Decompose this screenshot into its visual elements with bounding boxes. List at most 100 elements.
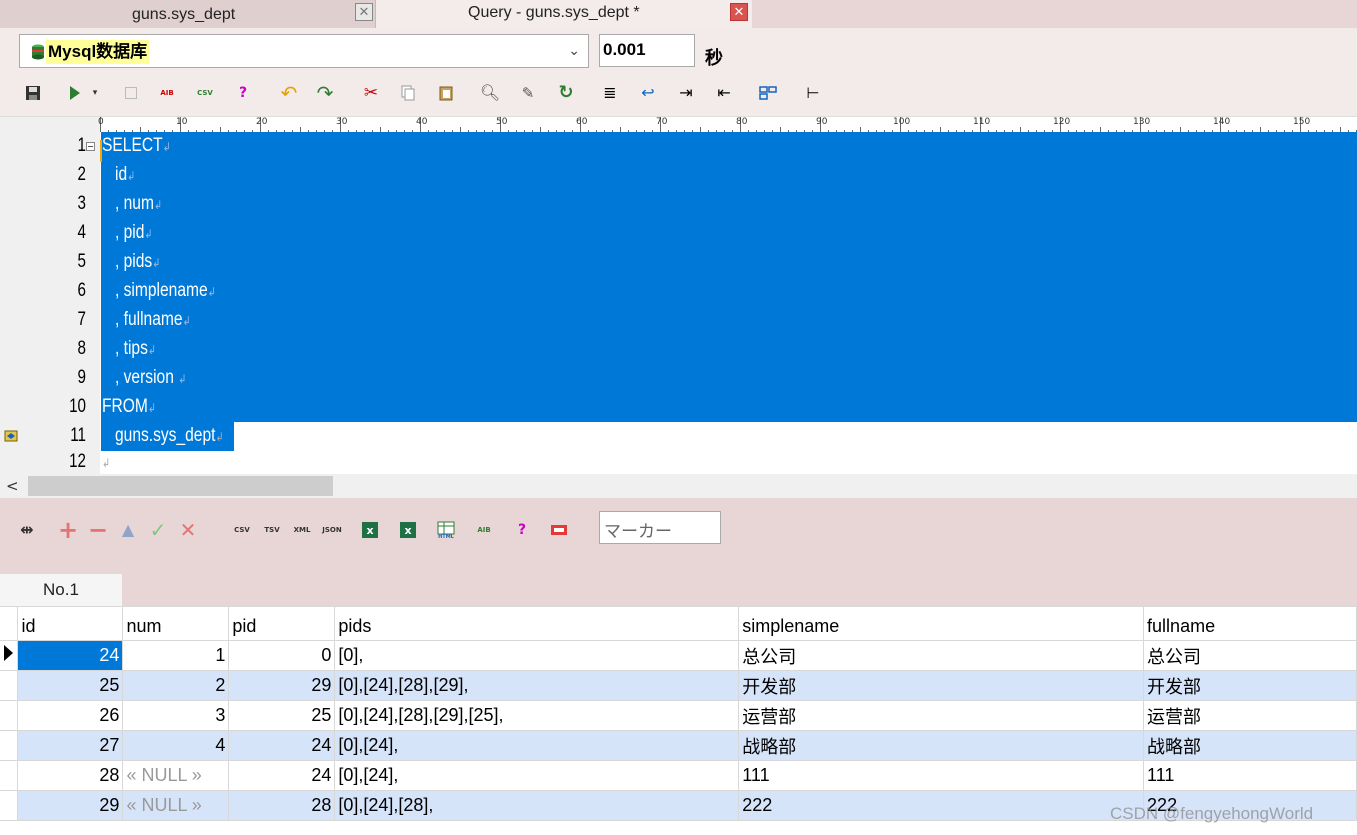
cut-icon[interactable]: ✂	[362, 84, 380, 102]
table-cell[interactable]: 总公司	[1143, 640, 1357, 671]
copy-icon[interactable]	[399, 84, 417, 102]
outdent-icon[interactable]: ⇤	[715, 84, 733, 102]
export-json-icon[interactable]: JSON	[322, 520, 342, 540]
text-selection	[101, 132, 1357, 422]
fold-toggle-icon[interactable]: −	[86, 142, 95, 151]
table-cell[interactable]: [0],[24],[28],[29],[25],	[334, 700, 740, 731]
editor-hscrollbar[interactable]: <	[0, 474, 1357, 498]
column-header[interactable]: fullname	[1143, 606, 1357, 641]
code-line: guns.sys_dept↲	[102, 425, 224, 447]
table-cell[interactable]: 1	[122, 640, 230, 671]
table-cell[interactable]: 29	[228, 670, 336, 701]
table-cell[interactable]: 29	[17, 790, 124, 821]
table-cell[interactable]: 3	[122, 700, 230, 731]
sql-editor[interactable]: 1 2 3 4 5 6 7 8 9 10 11 12 − SELECT↲ id↲…	[0, 132, 1357, 474]
delete-row-icon[interactable]: −	[88, 518, 108, 542]
tab-result-no1[interactable]: No.1	[0, 574, 122, 606]
add-row-icon[interactable]: +	[58, 518, 78, 542]
goto-icon[interactable]: ↻	[557, 84, 575, 102]
table-cell[interactable]: 战略部	[738, 730, 1145, 761]
run-dropdown-icon[interactable]: ▾	[86, 84, 104, 102]
column-header[interactable]: simplename	[738, 606, 1145, 641]
table-row[interactable]: 25 2 29 [0],[24],[28],[29], 开发部 开发部	[0, 670, 1357, 701]
table-cell[interactable]: « NULL »	[122, 790, 230, 821]
export-aib-icon[interactable]: AIB	[158, 84, 176, 102]
table-cell[interactable]: 24	[228, 730, 336, 761]
ruler-label: 80	[736, 117, 748, 127]
export-aib-icon[interactable]: AIB	[474, 520, 494, 540]
table-cell[interactable]: 开发部	[738, 670, 1145, 701]
cancel-icon[interactable]: ✕	[178, 520, 198, 540]
tree-icon[interactable]: ⊢	[804, 84, 822, 102]
table-cell[interactable]: 24	[17, 640, 124, 671]
tab-sys-dept[interactable]: guns.sys_dept ✕	[0, 0, 376, 28]
close-icon[interactable]: ✕	[730, 3, 748, 21]
help-query-icon[interactable]: ?	[512, 520, 532, 540]
run-icon[interactable]	[66, 84, 84, 102]
table-cell[interactable]: 24	[228, 760, 336, 791]
database-select[interactable]: Mysql数据库 ⌄	[19, 34, 589, 68]
excel-icon[interactable]: x	[360, 520, 380, 540]
stop-icon[interactable]	[122, 84, 140, 102]
export-xml-icon[interactable]: XML	[292, 520, 312, 540]
table-cell[interactable]: 26	[17, 700, 124, 731]
table-cell[interactable]: [0],	[334, 640, 740, 671]
align-left-icon[interactable]: ≣	[601, 84, 619, 102]
indent-icon[interactable]: ⇥	[677, 84, 695, 102]
marker-input[interactable]: マーカー	[599, 511, 721, 544]
excel-all-icon[interactable]: x	[398, 520, 418, 540]
column-settings-icon[interactable]: ⇹	[17, 520, 37, 540]
table-cell[interactable]: [0],[24],[28],[29],	[334, 670, 740, 701]
table-cell[interactable]: 运营部	[738, 700, 1145, 731]
layout-icon[interactable]	[759, 84, 777, 102]
table-cell[interactable]: 25	[228, 700, 336, 731]
table-cell[interactable]: 28	[228, 790, 336, 821]
table-cell[interactable]: 28	[17, 760, 124, 791]
scrollbar-thumb[interactable]	[28, 476, 333, 496]
table-cell[interactable]: « NULL »	[122, 760, 230, 791]
move-up-icon[interactable]: ▲	[118, 520, 138, 540]
table-cell[interactable]: [0],[24],[28],	[334, 790, 740, 821]
eol-icon: ↲	[152, 256, 161, 270]
help-query-icon[interactable]: ?	[234, 84, 252, 102]
table-cell[interactable]: [0],[24],	[334, 760, 740, 791]
export-tsv-icon[interactable]: TSV	[262, 520, 282, 540]
paste-icon[interactable]	[437, 84, 455, 102]
export-html-icon[interactable]: HTML	[436, 520, 456, 540]
table-row[interactable]: 24 1 0 [0], 总公司 总公司	[0, 640, 1357, 671]
table-cell[interactable]: 战略部	[1143, 730, 1357, 761]
replace-icon[interactable]: ✎	[519, 84, 537, 102]
table-cell[interactable]: 111	[1143, 760, 1357, 791]
table-cell[interactable]: 0	[228, 640, 336, 671]
close-icon[interactable]: ✕	[355, 3, 373, 21]
export-csv-icon[interactable]: CSV	[196, 84, 214, 102]
table-cell[interactable]: 222	[738, 790, 1145, 821]
table-cell[interactable]: 2	[122, 670, 230, 701]
tab-query[interactable]: Query - guns.sys_dept * ✕	[376, 0, 752, 28]
export-csv-icon[interactable]: CSV	[232, 520, 252, 540]
save-icon[interactable]	[24, 84, 42, 102]
table-cell[interactable]: 运营部	[1143, 700, 1357, 731]
table-cell[interactable]: 总公司	[738, 640, 1145, 671]
table-cell[interactable]: 27	[17, 730, 124, 761]
column-header[interactable]: pid	[228, 606, 336, 641]
table-cell[interactable]: 4	[122, 730, 230, 761]
table-cell[interactable]: 开发部	[1143, 670, 1357, 701]
table-cell[interactable]: [0],[24],	[334, 730, 740, 761]
undo-icon[interactable]: ↶	[280, 83, 298, 103]
table-row[interactable]: 28 « NULL » 24 [0],[24], 111 111	[0, 760, 1357, 791]
find-icon[interactable]: 🔍︎	[480, 84, 500, 102]
apply-icon[interactable]: ✓	[148, 520, 168, 540]
wrap-icon[interactable]: ↩	[639, 84, 657, 102]
column-header[interactable]: id	[17, 606, 124, 641]
table-cell[interactable]: 111	[738, 760, 1145, 791]
redo-icon[interactable]: ↷	[316, 83, 334, 103]
chevron-down-icon[interactable]: ⌄	[568, 43, 580, 59]
column-header[interactable]: pids	[334, 606, 740, 641]
column-header[interactable]: num	[122, 606, 230, 641]
table-row[interactable]: 27 4 24 [0],[24], 战略部 战略部	[0, 730, 1357, 761]
table-row[interactable]: 26 3 25 [0],[24],[28],[29],[25], 运营部 运营部	[0, 700, 1357, 731]
record-icon[interactable]	[549, 520, 569, 540]
table-cell[interactable]: 25	[17, 670, 124, 701]
chevron-left-icon[interactable]: <	[6, 477, 19, 495]
